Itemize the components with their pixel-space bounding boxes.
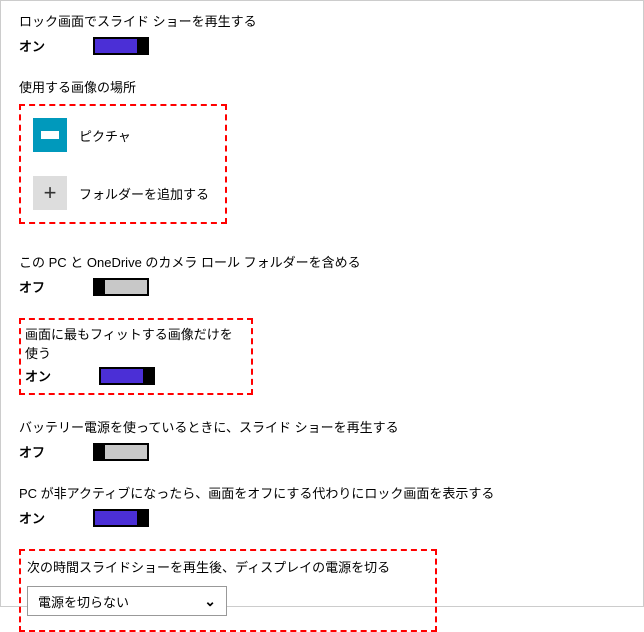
timer-select[interactable]: 電源を切らない ⌄ [27,586,227,616]
toggle-state-text: オフ [19,442,45,461]
folders-box: ピクチャ + フォルダーを追加する [19,104,227,224]
toggle-fit[interactable] [99,367,155,385]
toggle-inactive[interactable] [93,509,149,527]
setting-label: PC が非アクティブになったら、画面をオフにする代わりにロック画面を表示する [19,483,625,502]
toggle-row: オン [19,36,625,55]
folder-label: ピクチャ [79,126,131,145]
setting-label: ロック画面でスライド ショーを再生する [19,11,625,30]
toggle-knob [95,280,105,294]
folder-label: フォルダーを追加する [79,184,209,203]
folders-heading: 使用する画像の場所 [19,77,625,96]
folder-item-pictures[interactable]: ピクチャ [33,118,209,152]
toggle-slideshow-play[interactable] [93,37,149,55]
setting-inactive: PC が非アクティブになったら、画面をオフにする代わりにロック画面を表示する オ… [19,483,625,527]
setting-timer-box: 次の時間スライドショーを再生後、ディスプレイの電源を切る 電源を切らない ⌄ [19,549,437,632]
toggle-knob [95,445,105,459]
setting-battery: バッテリー電源を使っているときに、スライド ショーを再生する オフ [19,417,625,461]
toggle-knob [137,511,147,525]
toggle-row: オフ [19,442,625,461]
toggle-state-text: オン [25,366,51,385]
setting-cameraroll: この PC と OneDrive のカメラ ロール フォルダーを含める オフ [19,252,625,296]
toggle-row: オン [19,508,625,527]
toggle-row: オン [25,366,243,385]
toggle-battery[interactable] [93,443,149,461]
setting-label: バッテリー電源を使っているときに、スライド ショーを再生する [19,417,625,436]
toggle-state-text: オン [19,36,45,55]
toggle-knob [137,39,147,53]
setting-label: この PC と OneDrive のカメラ ロール フォルダーを含める [19,252,625,271]
setting-slideshow-play: ロック画面でスライド ショーを再生する オン [19,11,625,55]
toggle-cameraroll[interactable] [93,278,149,296]
toggle-state-text: オン [19,508,45,527]
setting-label: 次の時間スライドショーを再生後、ディスプレイの電源を切る [27,557,425,576]
toggle-knob [143,369,153,383]
toggle-state-text: オフ [19,277,45,296]
toggle-row: オフ [19,277,625,296]
plus-icon: + [33,176,67,210]
select-value: 電源を切らない [38,592,129,611]
pictures-folder-icon [33,118,67,152]
setting-fit-box: 画面に最もフィットする画像だけを使う オン [19,318,253,395]
setting-label: 画面に最もフィットする画像だけを使う [25,324,243,362]
folder-item-add[interactable]: + フォルダーを追加する [33,176,209,210]
